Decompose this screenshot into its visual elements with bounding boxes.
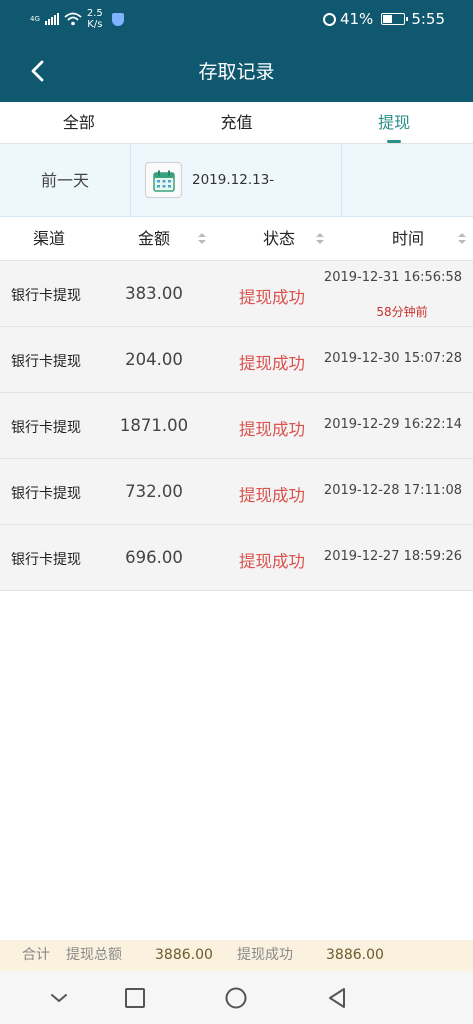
table-row[interactable]: 银行卡提现 1871.00 提现成功 2019-12-29 16:22:14: [0, 393, 473, 459]
row-time: 2019-12-28 17:11:08: [323, 483, 462, 498]
table-row[interactable]: 银行卡提现 696.00 提现成功 2019-12-27 18:59:26: [0, 525, 473, 591]
date-filter: 前一天 2019.12.13-2019.12.31: [0, 144, 473, 261]
column-time[interactable]: 时间: [392, 217, 424, 261]
sort-status-icon[interactable]: [316, 233, 324, 245]
row-amount: 732.00: [125, 482, 183, 501]
row-channel: 银行卡提现: [11, 420, 81, 436]
battery-percent: 41%: [339, 10, 374, 28]
tab-bar: 全部 充值 提现: [0, 102, 473, 144]
column-amount[interactable]: 金额: [138, 217, 170, 261]
row-channel: 银行卡提现: [11, 486, 81, 502]
circle-icon: [225, 987, 247, 1009]
square-icon: [125, 988, 145, 1008]
clock: 5:55: [411, 10, 445, 28]
success-value: 3886.00: [326, 947, 384, 963]
row-status: 提现成功: [239, 486, 305, 505]
table-row[interactable]: 银行卡提现 204.00 提现成功 2019-12-30 15:07:28: [0, 327, 473, 393]
column-channel: 渠道: [33, 229, 66, 248]
row-time: 2019-12-31 16:56:58: [323, 270, 462, 285]
nav-recents-button[interactable]: [122, 985, 148, 1011]
status-right: 41% 5:55: [322, 10, 445, 28]
summary-bar: 合计 提现总额 3886.00 提现成功 3886.00: [0, 940, 473, 971]
nav-back-button[interactable]: [324, 985, 350, 1011]
network-speed: 2.5 K/s: [86, 8, 103, 30]
tab-withdraw[interactable]: 提现: [315, 102, 473, 143]
status-left: 4G 2.5 K/s: [30, 8, 124, 30]
status-bar: 4G 2.5 K/s 41% 5:55: [0, 0, 473, 38]
record-list: 银行卡提现 383.00 提现成功 2019-12-31 16:56:58 58…: [0, 261, 473, 591]
row-status: 提现成功: [239, 420, 305, 439]
column-status[interactable]: 状态: [263, 217, 295, 261]
calendar-button[interactable]: [145, 162, 182, 198]
row-time: 2019-12-29 16:22:14: [323, 417, 462, 432]
row-time: 2019-12-27 18:59:26: [323, 549, 462, 564]
row-channel: 银行卡提现: [11, 288, 81, 304]
sort-amount-icon[interactable]: [198, 233, 206, 245]
table-row[interactable]: 银行卡提现 383.00 提现成功 2019-12-31 16:56:58 58…: [0, 261, 473, 327]
prev-day-button[interactable]: 前一天: [0, 144, 131, 217]
date-range-picker[interactable]: 2019.12.13-2019.12.31: [131, 144, 342, 261]
total-value: 3886.00: [155, 947, 213, 963]
tab-recharge[interactable]: 充值: [158, 102, 316, 143]
table-header: 渠道 金额 状态 时间: [0, 217, 473, 261]
row-amount: 1871.00: [119, 416, 189, 435]
total-label: 提现总额: [66, 947, 122, 963]
row-amount: 383.00: [125, 284, 183, 303]
row-time-ago: 58分钟前: [376, 305, 428, 319]
row-status: 提现成功: [239, 354, 305, 373]
tab-all[interactable]: 全部: [0, 102, 158, 143]
nav-down-button[interactable]: [46, 985, 72, 1011]
summary-label: 合计: [22, 947, 50, 963]
row-amount: 696.00: [125, 548, 183, 567]
wifi-icon: [64, 12, 82, 26]
page-title: 存取记录: [198, 61, 275, 83]
row-amount: 204.00: [125, 350, 183, 369]
row-time: 2019-12-30 15:07:28: [323, 351, 462, 366]
calendar-icon: [153, 170, 175, 192]
sort-time-icon[interactable]: [458, 233, 466, 245]
row-channel: 银行卡提现: [11, 354, 81, 370]
success-label: 提现成功: [237, 947, 293, 963]
row-status: 提现成功: [239, 288, 305, 307]
table-row[interactable]: 银行卡提现 732.00 提现成功 2019-12-28 17:11:08: [0, 459, 473, 525]
shield-icon: [111, 12, 124, 26]
battery-icon: [381, 13, 409, 25]
row-channel: 银行卡提现: [11, 552, 81, 568]
chevron-down-icon: [51, 994, 67, 1002]
signal-icon: [44, 13, 59, 25]
nav-home-button[interactable]: [223, 985, 249, 1011]
network-type: 4G: [30, 15, 40, 23]
system-nav-bar: [0, 971, 473, 1024]
row-status: 提现成功: [239, 552, 305, 571]
triangle-back-icon: [329, 988, 345, 1008]
title-bar: 存取记录: [0, 38, 473, 102]
alarm-icon: [322, 12, 336, 26]
